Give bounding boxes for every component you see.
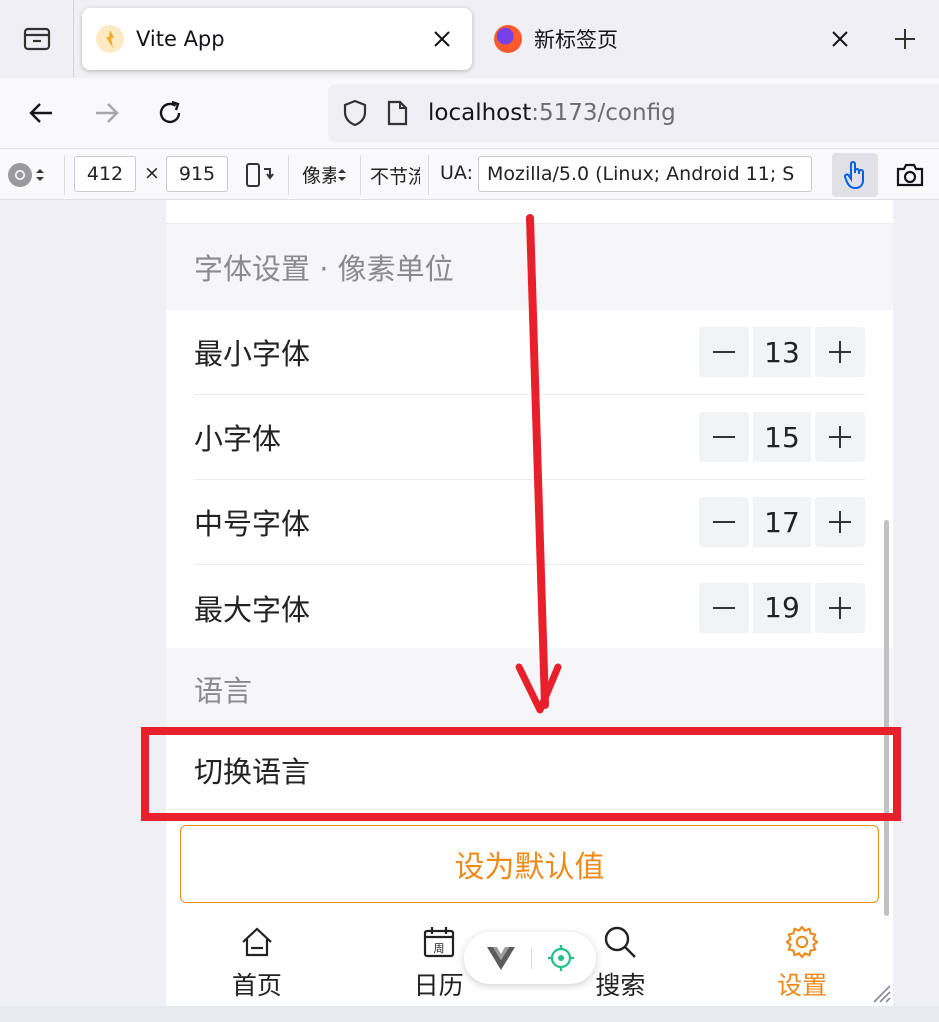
camera-icon	[896, 163, 924, 187]
firefox-icon	[494, 25, 522, 53]
reload-button[interactable]	[148, 91, 192, 135]
reload-icon	[159, 100, 181, 124]
touch-hand-icon	[843, 161, 864, 190]
row-label: 小字体	[194, 422, 282, 456]
minus-icon	[713, 521, 735, 523]
chrome-icon	[8, 163, 32, 187]
viewport-height-input[interactable]: 915	[166, 156, 228, 192]
font-row-small: 小字体 15	[194, 395, 865, 480]
rotate-button[interactable]	[244, 161, 274, 194]
font-stepper: 13	[699, 327, 865, 377]
ua-label: UA:	[440, 162, 473, 184]
section-header-font: 字体设置 · 像素单位	[166, 224, 893, 310]
close-tab-icon[interactable]	[422, 19, 462, 59]
updown-icon	[36, 169, 44, 181]
tab-label: 首页	[231, 971, 282, 1000]
calendar-icon: 周	[421, 924, 457, 960]
row-label: 最小字体	[194, 337, 311, 371]
updown-icon	[338, 168, 346, 181]
font-stepper: 17	[699, 497, 865, 547]
device-viewport: 字体设置 · 像素单位 最小字体 13 小字体 15 中号字体 17 最大字体 …	[166, 200, 893, 1006]
increase-button[interactable]	[815, 497, 865, 547]
font-stepper: 19	[699, 582, 865, 633]
plus-icon	[829, 341, 851, 363]
shield-icon[interactable]	[338, 96, 372, 130]
minus-icon	[713, 351, 735, 353]
device-selector[interactable]	[6, 161, 46, 189]
tab-label: 搜索	[595, 971, 646, 1000]
forward-button[interactable]	[84, 91, 128, 135]
stepper-value[interactable]: 13	[753, 327, 811, 377]
tab-label: 设置	[777, 971, 828, 1000]
touch-simulation-button[interactable]	[832, 153, 878, 197]
set-default-button[interactable]: 设为默认值	[180, 825, 879, 903]
plus-icon	[895, 29, 915, 49]
tab-new-tab[interactable]: 新标签页	[480, 8, 870, 70]
arrow-right-icon	[96, 103, 119, 123]
scrollbar[interactable]	[884, 520, 889, 916]
increase-button[interactable]	[815, 327, 865, 377]
tab-home[interactable]: 首页	[166, 916, 348, 1006]
dimension-separator: ×	[144, 162, 160, 184]
url-bar[interactable]: localhost:5173/config	[328, 84, 939, 142]
switch-language-row[interactable]: 切换语言	[166, 730, 893, 810]
increase-button[interactable]	[815, 412, 865, 462]
throttle-selector[interactable]: 不节流	[370, 162, 420, 189]
plus-icon	[829, 596, 851, 619]
vue-logo-icon	[486, 947, 515, 970]
navigation-bar: localhost:5173/config	[0, 78, 939, 148]
row-label: 最大字体	[194, 592, 311, 627]
vite-favicon-icon	[96, 25, 124, 53]
increase-button[interactable]	[815, 582, 865, 633]
tab-manager-button[interactable]	[0, 0, 74, 78]
user-agent-input[interactable]: Mozilla/5.0 (Linux; Android 11; S	[478, 156, 812, 192]
archive-icon	[23, 27, 50, 51]
new-tab-button[interactable]	[880, 18, 930, 60]
page-icon[interactable]	[380, 96, 414, 130]
plus-icon	[829, 511, 851, 533]
section-header-language: 语言	[166, 648, 893, 730]
decrease-button[interactable]	[699, 582, 749, 633]
crosshair-icon	[547, 945, 574, 971]
resize-handle[interactable]	[868, 980, 892, 1004]
tab-strip: Vite App 新标签页	[0, 0, 939, 78]
decrease-button[interactable]	[699, 412, 749, 462]
resize-grip-icon	[873, 985, 891, 1003]
font-row-min: 最小字体 13	[194, 310, 865, 395]
tab-title: Vite App	[136, 27, 225, 51]
stepper-value[interactable]: 15	[753, 412, 811, 462]
font-row-medium: 中号字体 17	[194, 480, 865, 565]
row-label: 中号字体	[194, 507, 311, 541]
list-item-partial	[166, 200, 893, 224]
screenshot-button[interactable]	[888, 153, 932, 197]
bottom-strip	[0, 1006, 939, 1022]
font-stepper: 15	[699, 412, 865, 462]
stepper-value[interactable]: 17	[753, 497, 811, 547]
decrease-button[interactable]	[699, 497, 749, 547]
close-tab-icon[interactable]	[820, 19, 860, 59]
home-icon	[239, 924, 275, 960]
font-row-max: 最大字体 19	[194, 565, 865, 650]
vite-devtools-pill[interactable]	[464, 932, 596, 984]
responsive-design-toolbar: 412 × 915 像素 不节流 UA: Mozilla/5.0 (Linux;…	[0, 148, 939, 200]
minus-icon	[713, 436, 735, 438]
tab-title: 新标签页	[534, 28, 618, 52]
rotate-device-icon	[246, 163, 274, 187]
tab-label: 日历	[413, 971, 464, 1000]
viewport-width-input[interactable]: 412	[74, 156, 136, 192]
decrease-button[interactable]	[699, 327, 749, 377]
back-button[interactable]	[20, 91, 64, 135]
arrow-left-icon	[29, 103, 52, 123]
tab-settings[interactable]: 设置	[711, 916, 893, 1006]
plus-icon	[829, 426, 851, 448]
stepper-value[interactable]: 19	[753, 582, 811, 633]
search-icon	[602, 924, 638, 960]
dpr-selector[interactable]: 像素	[302, 161, 352, 188]
tab-vite-app[interactable]: Vite App	[82, 8, 472, 70]
url-text: localhost:5173/config	[428, 100, 676, 126]
svg-text:周: 周	[433, 942, 444, 955]
minus-icon	[713, 606, 735, 609]
gear-icon	[784, 924, 820, 960]
